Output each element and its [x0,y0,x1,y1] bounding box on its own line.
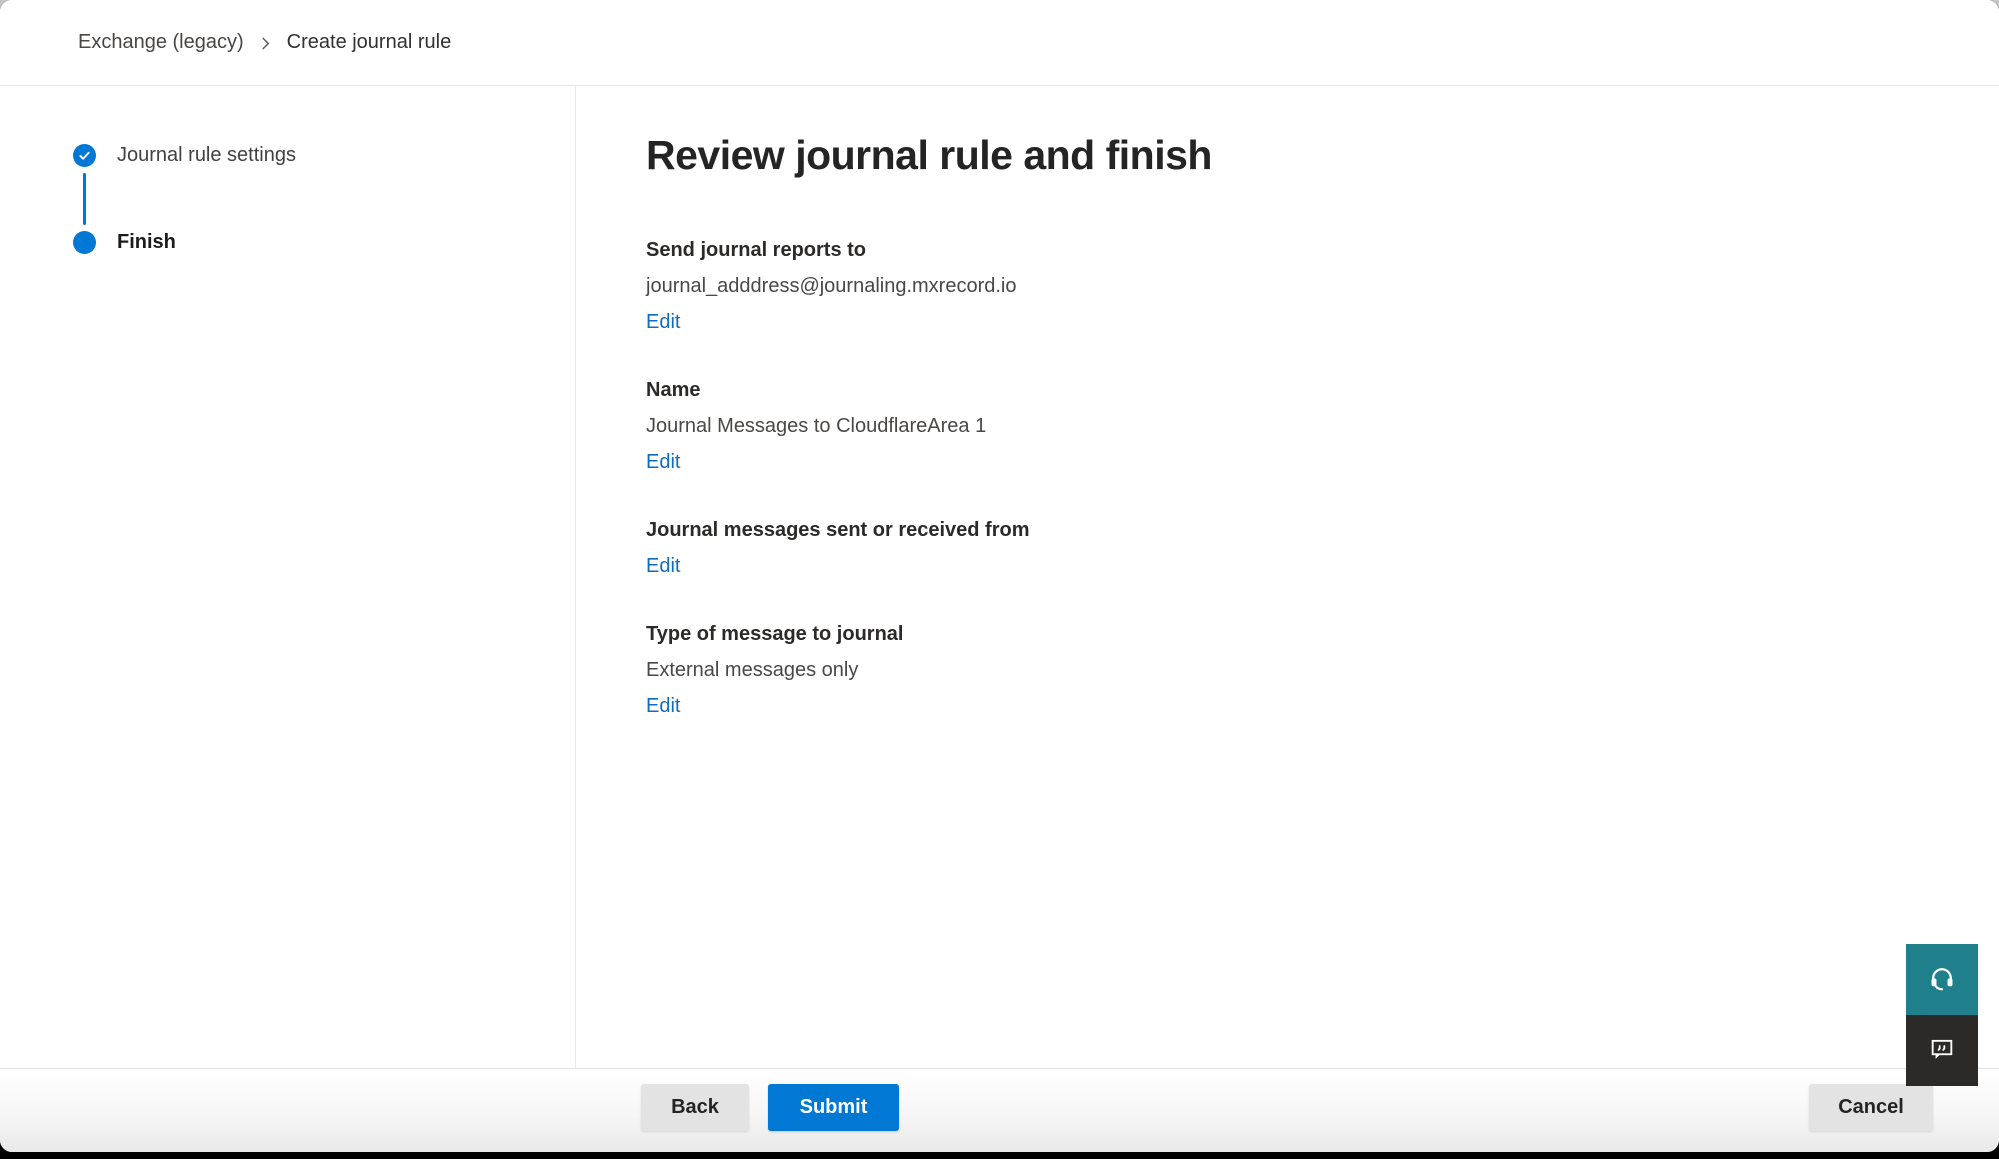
review-section-name: Name Journal Messages to CloudflareArea … [646,376,1999,476]
message-type-value: External messages only [646,656,1999,684]
step-label: Journal rule settings [117,144,296,167]
side-widgets [1906,944,1978,1086]
step-connector-line [83,173,86,225]
help-button[interactable] [1906,944,1978,1015]
section-label: Type of message to journal [646,620,1999,648]
breadcrumb-link-exchange-legacy[interactable]: Exchange (legacy) [78,31,244,54]
step-label: Finish [117,231,176,254]
step-completed-check-icon [73,144,96,167]
journal-address-value: journal_adddress@journaling.mxrecord.io [646,272,1999,300]
section-label: Journal messages sent or received from [646,516,1999,544]
back-button[interactable]: Back [641,1084,749,1131]
review-pane: Review journal rule and finish Send jour… [576,86,1999,1068]
wizard-step-finish[interactable]: Finish [73,231,575,254]
edit-rule-name-link[interactable]: Edit [646,448,680,476]
page-title: Review journal rule and finish [646,131,1999,180]
section-label: Send journal reports to [646,236,1999,264]
rule-name-value: Journal Messages to CloudflareArea 1 [646,412,1999,440]
review-section-send-journal-reports-to: Send journal reports to journal_adddress… [646,236,1999,336]
edit-message-type-link[interactable]: Edit [646,692,680,720]
headset-icon [1927,963,1957,996]
edit-journal-scope-link[interactable]: Edit [646,552,680,580]
create-journal-rule-wizard-window: Exchange (legacy) Create journal rule Jo… [0,0,1999,1152]
wizard-step-journal-rule-settings[interactable]: Journal rule settings [73,144,575,167]
review-section-journal-scope: Journal messages sent or received from E… [646,516,1999,580]
wizard-body: Journal rule settings Finish Review jour… [0,86,1999,1068]
breadcrumb: Exchange (legacy) Create journal rule [0,0,1999,86]
section-label: Name [646,376,1999,404]
feedback-icon [1928,1035,1956,1066]
wizard-footer: Back Submit Cancel [0,1068,1999,1152]
wizard-steps-rail: Journal rule settings Finish [0,86,576,1068]
cancel-button[interactable]: Cancel [1809,1084,1933,1131]
breadcrumb-current-page: Create journal rule [287,31,452,54]
review-section-message-type: Type of message to journal External mess… [646,620,1999,720]
step-current-dot-icon [73,231,96,254]
submit-button[interactable]: Submit [768,1084,899,1131]
edit-journal-address-link[interactable]: Edit [646,308,680,336]
feedback-button[interactable] [1906,1015,1978,1086]
chevron-right-icon [258,36,273,51]
